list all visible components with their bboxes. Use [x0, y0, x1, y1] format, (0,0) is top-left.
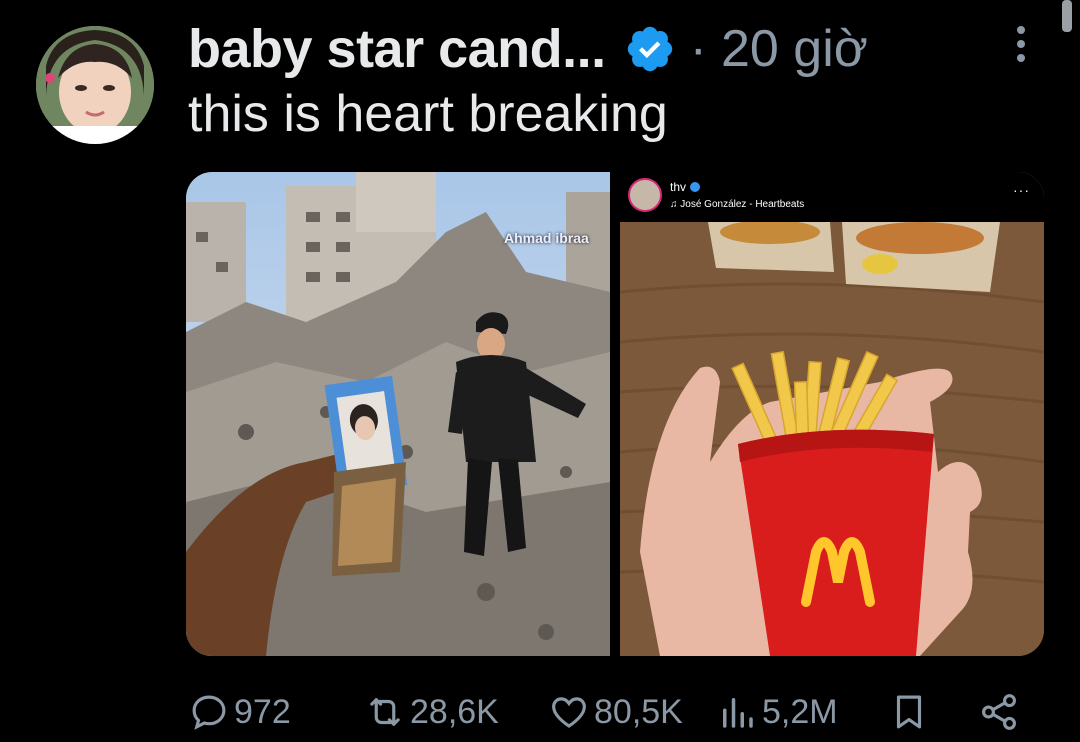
scrollbar[interactable] — [1062, 0, 1072, 32]
like-button[interactable]: 80,5K — [548, 686, 683, 738]
views-button[interactable]: 5,2M — [716, 686, 838, 738]
tweet-text: this is heart breaking — [188, 85, 668, 143]
video-watermark: Ahmad ibraa — [504, 230, 589, 246]
tweet-separator: · — [689, 20, 707, 78]
more-vertical-icon[interactable] — [1008, 26, 1034, 72]
media-image-rubble[interactable]: Ahmad ibraa — [186, 172, 610, 656]
fries-photo — [620, 172, 1044, 656]
reply-icon — [192, 695, 226, 730]
like-count: 80,5K — [594, 692, 683, 731]
avatar[interactable] — [36, 26, 154, 144]
ig-song: José González - Heartbeats — [680, 199, 805, 210]
bookmark-button[interactable] — [888, 686, 934, 738]
music-note-icon: ♫ — [670, 199, 678, 210]
ig-verified-icon — [690, 182, 701, 192]
views-count: 5,2M — [762, 692, 838, 731]
tweet-timestamp[interactable]: 20 giờ — [721, 19, 868, 79]
share-icon — [982, 694, 1016, 730]
ig-more-icon: ··· — [1013, 182, 1030, 198]
retweet-icon — [370, 698, 400, 726]
instagram-header: thv ♫ José González - Heartbeats ··· — [620, 172, 1044, 222]
ig-username: thv — [670, 180, 687, 194]
ig-avatar — [628, 178, 662, 212]
avatar-photo — [36, 26, 154, 144]
reply-count: 972 — [234, 692, 291, 731]
media-grid: Ahmad ibraa thv ♫ José González - Heartb… — [186, 172, 1044, 656]
action-bar: 972 28,6K 80,5K 5,2M — [188, 686, 1028, 738]
retweet-button[interactable]: 28,6K — [364, 686, 499, 738]
reply-button[interactable]: 972 — [188, 686, 291, 738]
heart-icon — [552, 697, 586, 728]
share-button[interactable] — [978, 686, 1024, 738]
media-image-fries[interactable]: thv ♫ José González - Heartbeats ··· — [620, 172, 1044, 656]
views-chart-icon — [723, 698, 753, 728]
author-name[interactable]: baby star cand... — [188, 18, 606, 80]
tweet[interactable]: baby star cand... · 20 giờ this is heart… — [0, 0, 1080, 742]
bookmark-icon — [896, 695, 922, 729]
retweet-count: 28,6K — [410, 692, 499, 731]
tweet-header: baby star cand... · 20 giờ — [188, 14, 868, 84]
verified-badge-icon — [627, 26, 672, 72]
